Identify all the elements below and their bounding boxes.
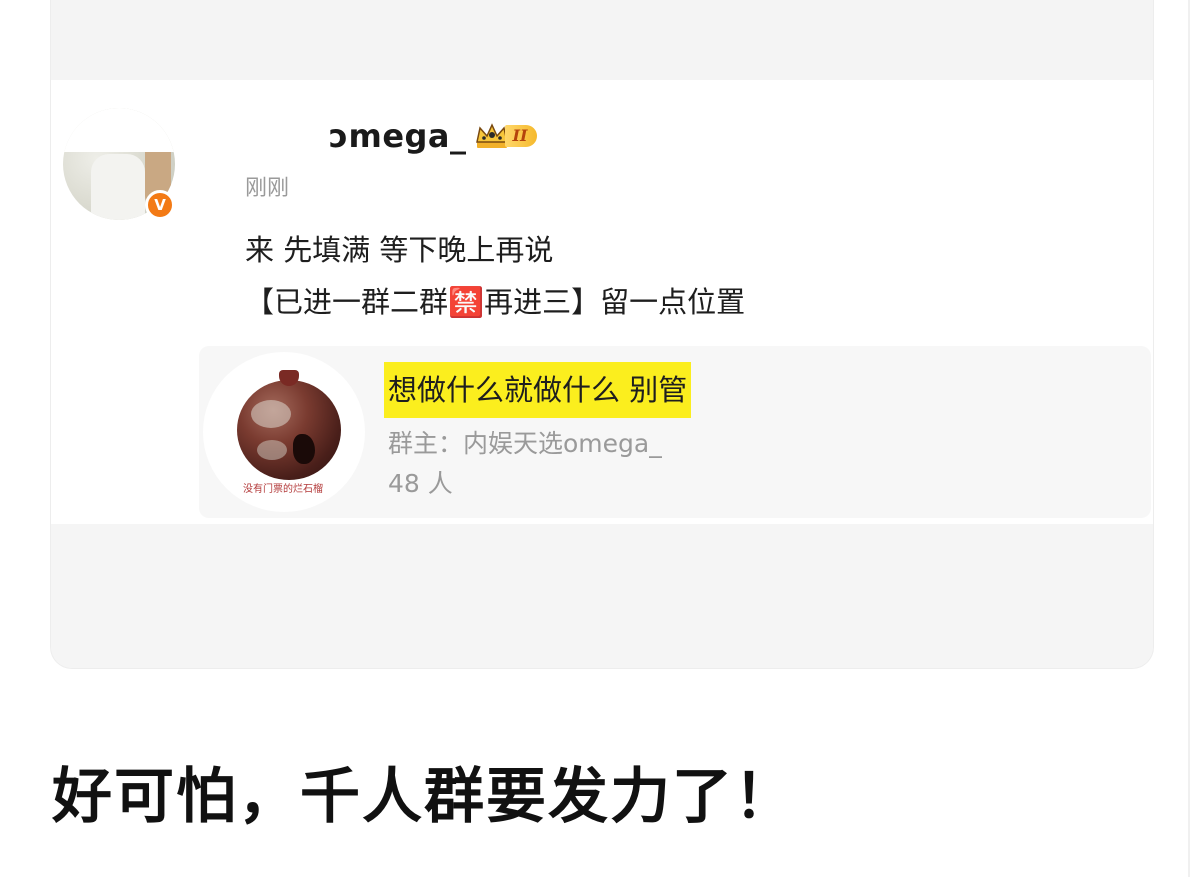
post-text-line: 来 先填满 等下晚上再说 bbox=[245, 233, 554, 267]
group-thumbnail: 没有门票的烂石榴 bbox=[203, 352, 365, 512]
vip-level: II bbox=[504, 125, 538, 147]
edge-divider bbox=[1188, 0, 1190, 877]
pomegranate-mold bbox=[257, 440, 287, 460]
next-item-strip bbox=[51, 524, 1153, 668]
verified-v-icon: V bbox=[145, 190, 175, 220]
avatar-redaction bbox=[63, 108, 175, 152]
username[interactable]: ɔmega_ bbox=[329, 117, 467, 155]
thumbnail-caption: 没有门票的烂石榴 bbox=[243, 484, 323, 495]
post-text: 来 先填满 等下晚上再说 【已进一群二群🈲再进三】留一点位置 bbox=[245, 224, 745, 328]
pomegranate-crown bbox=[279, 370, 299, 386]
avatar-figure bbox=[91, 154, 145, 220]
pomegranate-crack bbox=[293, 434, 315, 464]
group-name[interactable]: 想做什么就做什么 别管 bbox=[384, 362, 692, 418]
username-redaction bbox=[195, 116, 331, 156]
pomegranate-mold bbox=[251, 400, 291, 428]
group-owner: 群主：内娱天选omega_ bbox=[388, 429, 662, 458]
post-time: 刚刚 bbox=[245, 176, 290, 201]
pomegranate-image bbox=[237, 370, 341, 480]
vip-badge[interactable]: II bbox=[475, 121, 538, 151]
username-row: ɔmega_ II bbox=[195, 112, 538, 160]
screenshot-card: V ɔmega_ II 刚刚 来 先填满 等下晚上再说 【已进一群二群🈲再进三】… bbox=[50, 0, 1154, 669]
previous-item-strip bbox=[51, 0, 1153, 80]
avatar[interactable]: V bbox=[63, 108, 175, 220]
post-text-line: 【已进一群二群🈲再进三】留一点位置 bbox=[245, 285, 746, 319]
group-member-count: 48 人 bbox=[388, 469, 453, 498]
bottom-caption: 好可怕，千人群要发力了！ bbox=[52, 762, 796, 832]
crown-icon bbox=[475, 123, 508, 148]
